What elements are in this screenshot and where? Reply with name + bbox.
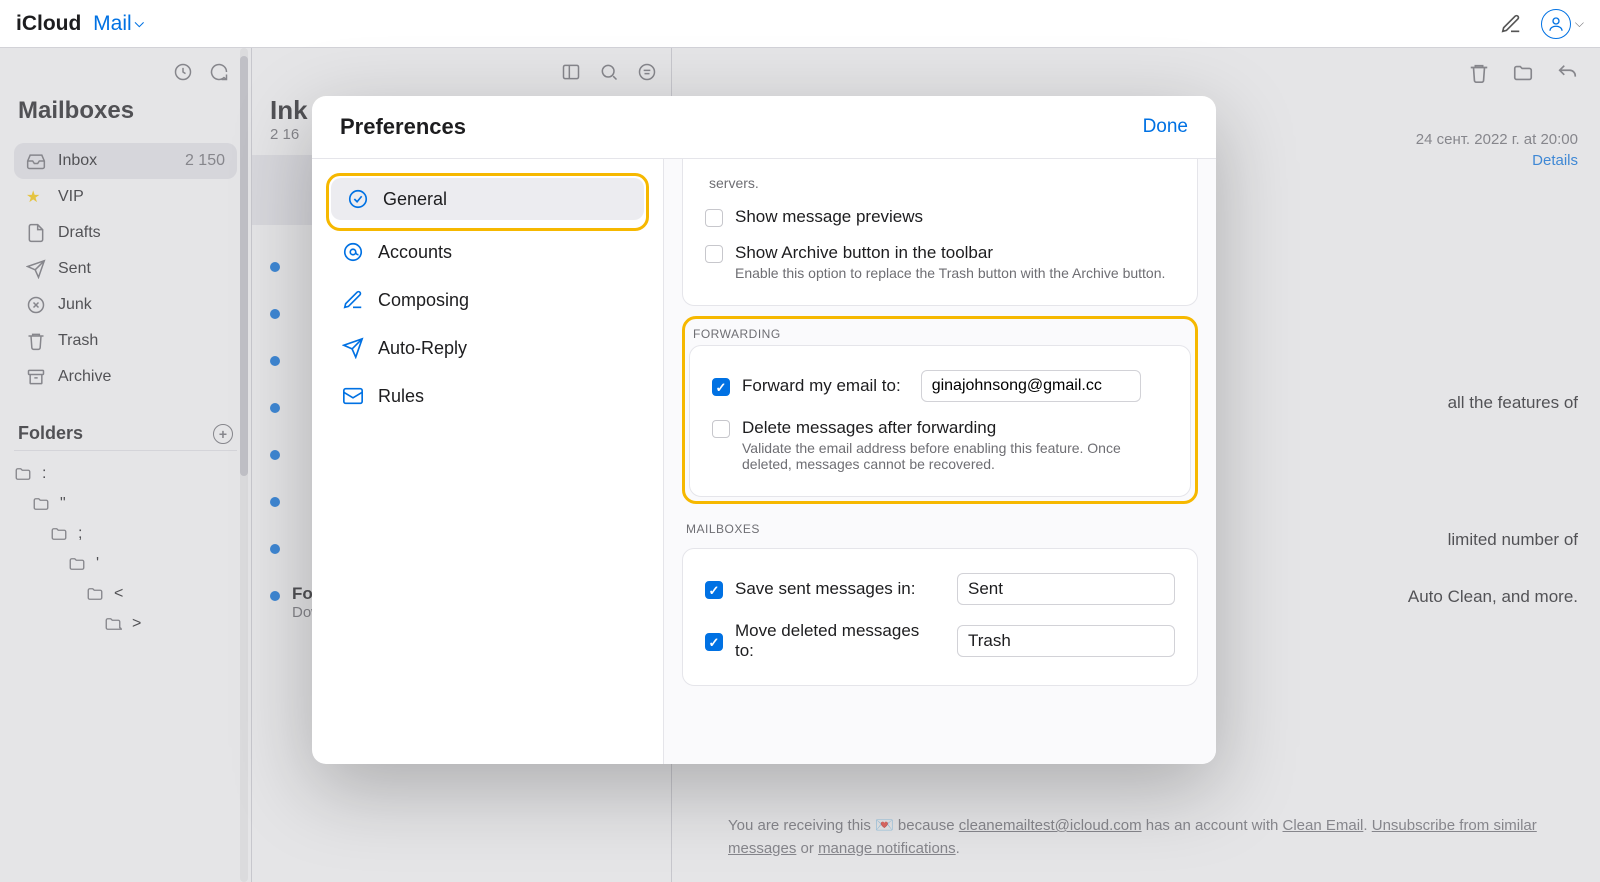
archive-checkbox[interactable] (705, 245, 723, 263)
account-avatar-icon[interactable] (1541, 9, 1571, 39)
nav-rules[interactable]: Rules (326, 375, 649, 417)
nav-label: General (383, 189, 447, 210)
forward-label: Forward my email to: (742, 376, 901, 396)
delete-after-checkbox[interactable] (712, 420, 730, 438)
save-sent-select[interactable]: Sent (957, 573, 1175, 605)
forwarding-section-label: Forwarding (693, 327, 1187, 341)
previews-checkbox[interactable] (705, 209, 723, 227)
delete-after-sub: Validate the email address before enabli… (742, 440, 1168, 472)
remote-snippet: servers. (705, 175, 1175, 199)
nav-label: Accounts (378, 242, 452, 263)
brand-icloud: iCloud (16, 12, 81, 36)
move-deleted-label: Move deleted messages to: (735, 621, 925, 661)
mailboxes-section-label: Mailboxes (686, 522, 1194, 536)
delete-after-label: Delete messages after forwarding (742, 418, 1168, 438)
nav-composing[interactable]: Composing (326, 279, 649, 321)
forward-email-input[interactable] (921, 370, 1141, 402)
done-button[interactable]: Done (1143, 116, 1188, 138)
preferences-modal: Preferences Done General Accounts Compos… (312, 96, 1216, 764)
prefs-nav: General Accounts Composing Auto-Reply Ru… (312, 159, 664, 764)
save-sent-checkbox[interactable] (705, 581, 723, 599)
move-deleted-select[interactable]: Trash (957, 625, 1175, 657)
top-bar: iCloud Mail ⌵ ⌵ (0, 0, 1600, 48)
save-sent-label: Save sent messages in: (735, 579, 915, 599)
move-deleted-checkbox[interactable] (705, 633, 723, 651)
archive-sub: Enable this option to replace the Trash … (735, 265, 1165, 281)
nav-label: Rules (378, 386, 424, 407)
prefs-content[interactable]: servers. Show message previews Show Arch… (664, 159, 1216, 764)
nav-general[interactable]: General (331, 178, 644, 220)
nav-accounts[interactable]: Accounts (326, 231, 649, 273)
previews-label: Show message previews (735, 207, 923, 227)
nav-autoreply[interactable]: Auto-Reply (326, 327, 649, 369)
compose-icon[interactable] (1499, 12, 1523, 36)
nav-label: Auto-Reply (378, 338, 467, 359)
forward-checkbox[interactable] (712, 378, 730, 396)
brand-mail: Mail (93, 12, 132, 36)
account-chevron-icon[interactable]: ⌵ (1575, 16, 1584, 31)
nav-label: Composing (378, 290, 469, 311)
modal-title: Preferences (340, 114, 466, 140)
brand[interactable]: iCloud Mail ⌵ (16, 12, 144, 36)
chevron-down-icon: ⌵ (135, 16, 144, 31)
archive-label: Show Archive button in the toolbar (735, 243, 1165, 263)
